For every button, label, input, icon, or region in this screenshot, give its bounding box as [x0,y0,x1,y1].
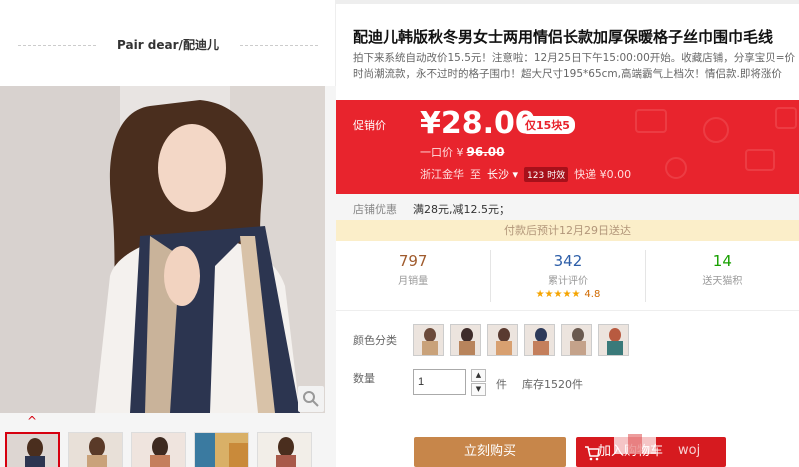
cart-icon [585,446,600,461]
product-description: 拍下来系统自动改价15.5元！注意啦：12月25日下午15:00:00开始。收藏… [353,50,799,82]
points-value: 14 [712,252,732,270]
quantity-increase-icon[interactable]: ▲ [471,369,486,382]
shop-header: Pair dear/配迪儿 [0,0,336,86]
rating-value: 4.8 [584,289,601,300]
tmall-points: 14 送天猫积 [644,250,799,302]
price-badge: 仅15块5 [520,116,575,134]
color-swatch-3[interactable] [487,324,518,356]
color-swatch-4[interactable] [524,324,555,356]
thumbnail-2[interactable] [68,432,123,467]
quantity-input[interactable] [413,369,466,395]
main-product-photo[interactable] [0,86,325,413]
buy-now-button[interactable]: 立刻购买 [414,437,566,467]
stats-bar: 797 月销量 342 累计评价 ★★★★★ 4.8 14 送天猫积 [336,250,799,302]
destination-select[interactable]: 长沙 ▾ [487,166,518,182]
add-to-cart-button[interactable]: 加入购物车 [576,437,726,467]
reviews-value[interactable]: 342 [491,252,644,270]
color-swatches [413,324,629,356]
star-icons: ★★★★★ [535,289,581,300]
quantity-unit: 件 [496,378,507,391]
delivery-estimate: 付款后预计12月29日送达 [336,220,799,241]
product-page: Pair dear/配迪儿 ^ 配迪儿韩版秋冬男女士两用情侣长款加厚保暖格子丝巾… [0,0,799,467]
shipping-info: 浙江金华 至 长沙 ▾ 123 时效 快递 ¥0.00 [420,166,631,182]
original-price-label: 一口价 ¥ [420,146,464,159]
store-promotion-value: 满28元,减12.5元； [413,203,510,216]
color-option-label: 颜色分类 [353,334,397,347]
monthly-sales-value: 797 [398,252,428,270]
reviews[interactable]: 342 累计评价 ★★★★★ 4.8 [490,250,644,302]
monthly-sales: 797 月销量 [336,250,490,302]
section-divider [336,310,799,311]
rating-stars: ★★★★★ 4.8 [491,289,644,300]
store-promotion: 店铺优惠 满28元,减12.5元； [336,194,799,220]
thumbnail-3[interactable] [131,432,186,467]
original-price: 一口价 ¥96.00 [420,144,504,160]
shop-name[interactable]: Pair dear/配迪儿 [0,36,336,53]
timing-badge: 123 时效 [524,166,569,182]
promo-price-label: 促销价 [353,119,386,132]
color-swatch-2[interactable] [450,324,481,356]
original-price-value: 96.00 [466,145,505,159]
stock-count: 库存1520件 [522,378,583,391]
add-to-cart-label: 加入购物车 [598,444,664,459]
quantity-decrease-icon[interactable]: ▼ [471,383,486,396]
store-promotion-label: 店铺优惠 [353,203,397,216]
ship-to-word: 至 [470,168,481,181]
promo-price: ¥28.00 [420,106,536,141]
monthly-sales-label: 月销量 [398,276,429,287]
description-line-2: 时尚潮流款，永不过时的格子围巾！超大尺寸195*65cm,高端霸气上档次！情侣款… [353,68,782,80]
thumbnail-pointer-icon: ^ [27,414,38,428]
quantity-label: 数量 [353,372,375,385]
gallery-column: Pair dear/配迪儿 ^ [0,0,336,467]
product-photo-image [0,86,325,413]
thumbnail-4[interactable] [194,432,249,467]
thumbnail-1[interactable] [5,432,60,467]
product-title: 配迪儿韩版秋冬男女士两用情侣长款加厚保暖格子丝巾围巾毛线 [353,28,774,46]
express-fee: 快递 ¥0.00 [574,168,632,181]
zoom-button[interactable] [298,386,324,412]
thumbnail-5[interactable] [257,432,312,467]
color-swatch-1[interactable] [413,324,444,356]
reviews-label: 累计评价 [547,276,588,287]
color-swatch-6[interactable] [598,324,629,356]
ship-from: 浙江金华 [420,168,464,181]
magnifier-icon [303,391,319,407]
color-swatch-5[interactable] [561,324,592,356]
description-line-1: 拍下来系统自动改价15.5元！注意啦：12月25日下午15:00:00开始。收藏… [353,52,796,64]
thumbnail-strip [5,432,312,467]
points-label: 送天猫积 [702,276,743,287]
product-info-column: 配迪儿韩版秋冬男女士两用情侣长款加厚保暖格子丝巾围巾毛线 拍下来系统自动改价15… [336,0,799,467]
price-panel: 促销价 ¥28.00 仅15块5 一口价 ¥96.00 浙江金华 至 长沙 ▾ … [336,100,799,194]
